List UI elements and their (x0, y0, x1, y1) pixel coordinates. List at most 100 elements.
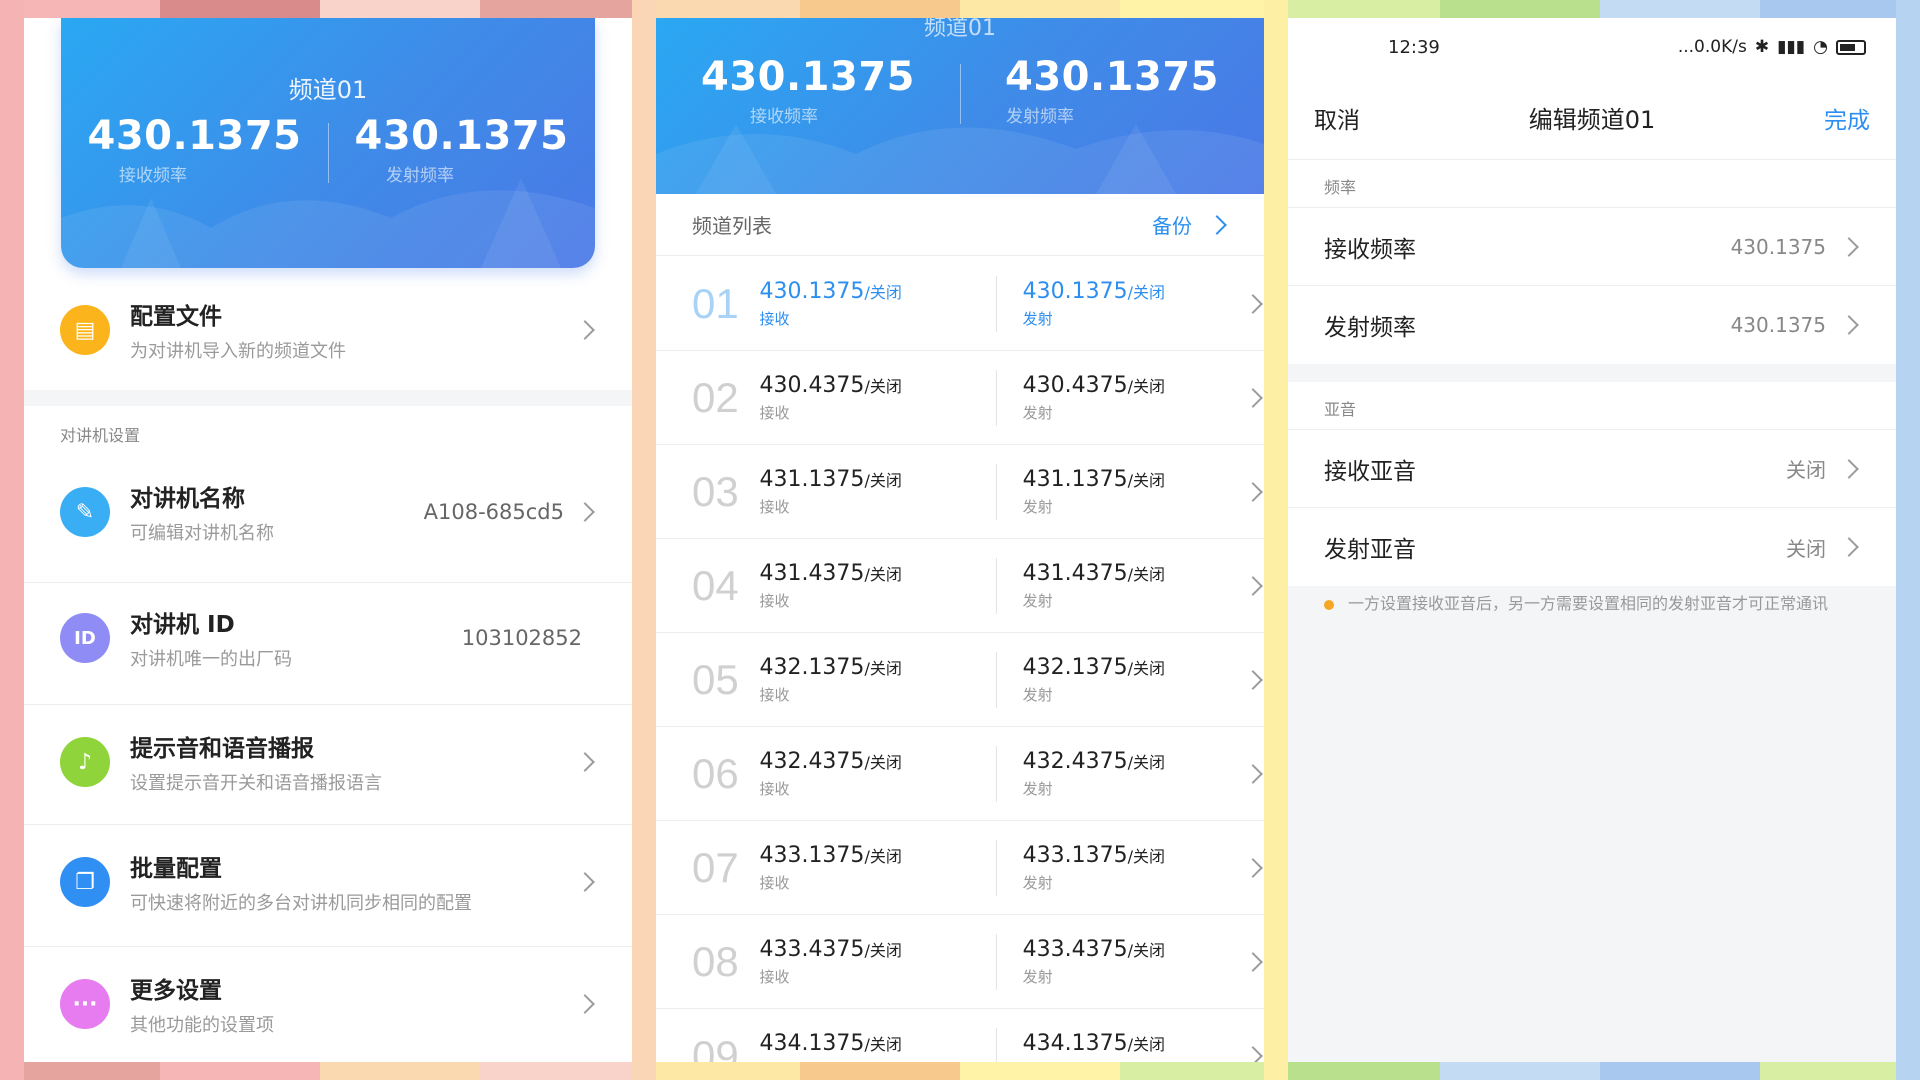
channel-rx-label: 接收 (759, 685, 790, 704)
device-name-value: A108-685cd5 (423, 500, 564, 524)
channel-rx-frequency: 430.1375 (759, 278, 865, 304)
channel-tx-label: 发射 (1023, 1060, 1224, 1063)
top-stripes (0, 0, 1920, 18)
tx-frequency-row[interactable]: 发射频率 430.1375 (1288, 286, 1896, 364)
channel-list-header: 频道列表 备份 (656, 194, 1264, 256)
frequency-section-label: 频率 (1288, 160, 1896, 208)
channel-rx-frequency: 431.1375 (759, 466, 865, 492)
tx-subtone-value: 关闭 (1786, 536, 1826, 561)
frequency-section: 频率 接收频率 430.1375 发射频率 430.1375 (1288, 160, 1896, 364)
channel-row[interactable]: 08 433.4375/关闭 接收 433.4375/关闭 发射 (656, 915, 1264, 1009)
channel-number: 09 (692, 1031, 739, 1063)
done-button[interactable]: 完成 (1824, 101, 1870, 135)
channel-tx-status: /关闭 (1127, 846, 1165, 866)
channel-row[interactable]: 04 431.4375/关闭 接收 431.4375/关闭 发射 (656, 539, 1264, 633)
channel-number: 08 (692, 937, 739, 985)
chevron-right-icon (1243, 951, 1263, 972)
edit-channel-panel: 12:39 ...0.0K/s ✱ ▮▮▮ ◔ 取消 编辑频道01 完成 频率 … (1288, 18, 1896, 1062)
prompt-tone-title: 提示音和语音播报 (130, 736, 314, 762)
bell-icon: ♪ (60, 737, 110, 787)
gap-border-1 (632, 0, 656, 1080)
status-bar: 12:39 ...0.0K/s ✱ ▮▮▮ ◔ (1288, 18, 1896, 76)
chevron-right-icon (575, 872, 595, 892)
backup-button[interactable]: 备份 (1152, 210, 1192, 239)
channel-rx-label: 接收 (759, 591, 790, 610)
channel-rx-frequency: 431.4375 (759, 560, 865, 586)
chevron-right-icon (575, 994, 595, 1014)
device-id-row: ID 对讲机 ID 对讲机唯一的出厂码 103102852 (24, 590, 632, 686)
more-settings-row[interactable]: ··· 更多设置 其他功能的设置项 (24, 956, 632, 1052)
channel-tx-status: /关闭 (1127, 658, 1165, 678)
signal-icon: ▮▮▮ (1777, 37, 1806, 57)
tx-frequency-label: 发射频率 (386, 166, 454, 186)
channel-rx-frequency: 432.4375 (759, 748, 865, 774)
freq-separator (328, 123, 329, 183)
prompt-tone-row[interactable]: ♪ 提示音和语音播报 设置提示音开关和语音播报语言 (24, 714, 632, 810)
channel-rx-status: /关闭 (864, 282, 902, 302)
channel-rx-label: 接收 (759, 779, 790, 798)
config-file-row[interactable]: ▤ 配置文件 为对讲机导入新的频道文件 (24, 286, 632, 374)
channel-rx-frequency: 434.1375 (759, 1030, 865, 1056)
channel-row[interactable]: 05 432.1375/关闭 接收 432.1375/关闭 发射 (656, 633, 1264, 727)
network-speed: ...0.0K/s (1677, 37, 1747, 57)
prompt-tone-subtitle: 设置提示音开关和语音播报语言 (130, 773, 382, 794)
channel-rx-frequency: 433.1375 (759, 842, 865, 868)
channel-tx-status: /关闭 (1127, 940, 1165, 960)
channel-tx-status: /关闭 (1127, 1034, 1165, 1054)
rx-frequency-row[interactable]: 接收频率 430.1375 (1288, 208, 1896, 286)
cancel-button[interactable]: 取消 (1314, 101, 1360, 135)
channel-rx-frequency: 433.4375 (759, 936, 865, 962)
channel-list-panel: 频道01 430.1375 接收频率 430.1375 发射频率 频道列表 备份… (656, 18, 1264, 1062)
channel-row[interactable]: 09 434.1375/关闭接收 434.1375/关闭发射 (656, 1009, 1264, 1062)
card-title: 频道01 (288, 76, 368, 104)
chevron-right-icon (1243, 293, 1263, 314)
channel-rx-label: 接收 (759, 1060, 987, 1063)
rx-subtone-row[interactable]: 接收亚音 关闭 (1288, 430, 1896, 508)
note-text: 一方设置接收亚音后，另一方需要设置相同的发射亚音才可正常通讯 (1348, 594, 1829, 613)
subtone-section-label: 亚音 (1288, 382, 1896, 430)
device-name-row[interactable]: ✎ 对讲机名称 可编辑对讲机名称 A108-685cd5 (24, 464, 632, 560)
channel-row[interactable]: 01 430.1375/关闭 接收 430.1375/关闭 发射 (656, 257, 1264, 351)
channel-rx-label: 接收 (759, 497, 790, 516)
channel-rx-status: /关闭 (864, 1034, 902, 1054)
tx-frequency-value: 430.1375 (1730, 313, 1826, 337)
channel-rx-label: 接收 (759, 967, 790, 986)
right-border (1896, 0, 1920, 1080)
tx-frequency-label: 发射频率 (1006, 107, 1074, 127)
tx-subtone-row[interactable]: 发射亚音 关闭 (1288, 508, 1896, 586)
batch-config-row[interactable]: ❐ 批量配置 可快速将附近的多台对讲机同步相同的配置 (24, 834, 632, 930)
channel-tx-status: /关闭 (1127, 752, 1165, 772)
channel-rx-status: /关闭 (864, 470, 902, 490)
device-id-value: 103102852 (461, 626, 582, 650)
header-title: 频道01 (924, 18, 996, 41)
battery-icon (1836, 39, 1866, 55)
channel-rx-status: /关闭 (864, 658, 902, 678)
chevron-right-icon[interactable] (1207, 214, 1227, 235)
subtone-note: 一方设置接收亚音后，另一方需要设置相同的发射亚音才可正常通讯 (1324, 592, 1864, 616)
channel-row[interactable]: 02 430.4375/关闭 接收 430.4375/关闭 发射 (656, 351, 1264, 445)
page-title: 编辑频道01 (1528, 106, 1656, 134)
config-file-title: 配置文件 (130, 304, 222, 330)
channel-row[interactable]: 03 431.1375/关闭 接收 431.1375/关闭 发射 (656, 445, 1264, 539)
chevron-right-icon (1243, 575, 1263, 596)
current-channel-card[interactable]: 频道01 430.1375 接收频率 430.1375 发射频率 (61, 18, 595, 268)
section-label: 对讲机设置 (60, 426, 141, 445)
channel-row[interactable]: 06 432.4375/关闭 接收 432.4375/关闭 发射 (656, 727, 1264, 821)
nav-bar: 取消 编辑频道01 完成 (1288, 76, 1896, 160)
chevron-right-icon (1243, 669, 1263, 690)
channel-tx-frequency: 433.1375 (1022, 842, 1128, 868)
channel-tx-frequency: 431.4375 (1022, 560, 1128, 586)
chevron-right-icon (575, 752, 595, 772)
channel-tx-label: 发射 (1022, 497, 1053, 516)
chevron-right-icon (1839, 537, 1859, 557)
channel-tx-status: /关闭 (1127, 376, 1165, 396)
device-settings-panel: 频道01 430.1375 接收频率 430.1375 发射频率 ▤ 配置文件 … (24, 18, 632, 1062)
channel-rx-status: /关闭 (864, 564, 902, 584)
channel-row[interactable]: 07 433.1375/关闭 接收 433.1375/关闭 发射 (656, 821, 1264, 915)
chevron-right-icon (1243, 481, 1263, 502)
edit-icon: ✎ (60, 487, 110, 537)
batch-config-subtitle: 可快速将附近的多台对讲机同步相同的配置 (130, 893, 472, 914)
chevron-right-icon (1839, 458, 1859, 479)
chevron-right-icon (1243, 387, 1263, 408)
channel-number: 03 (692, 467, 739, 515)
